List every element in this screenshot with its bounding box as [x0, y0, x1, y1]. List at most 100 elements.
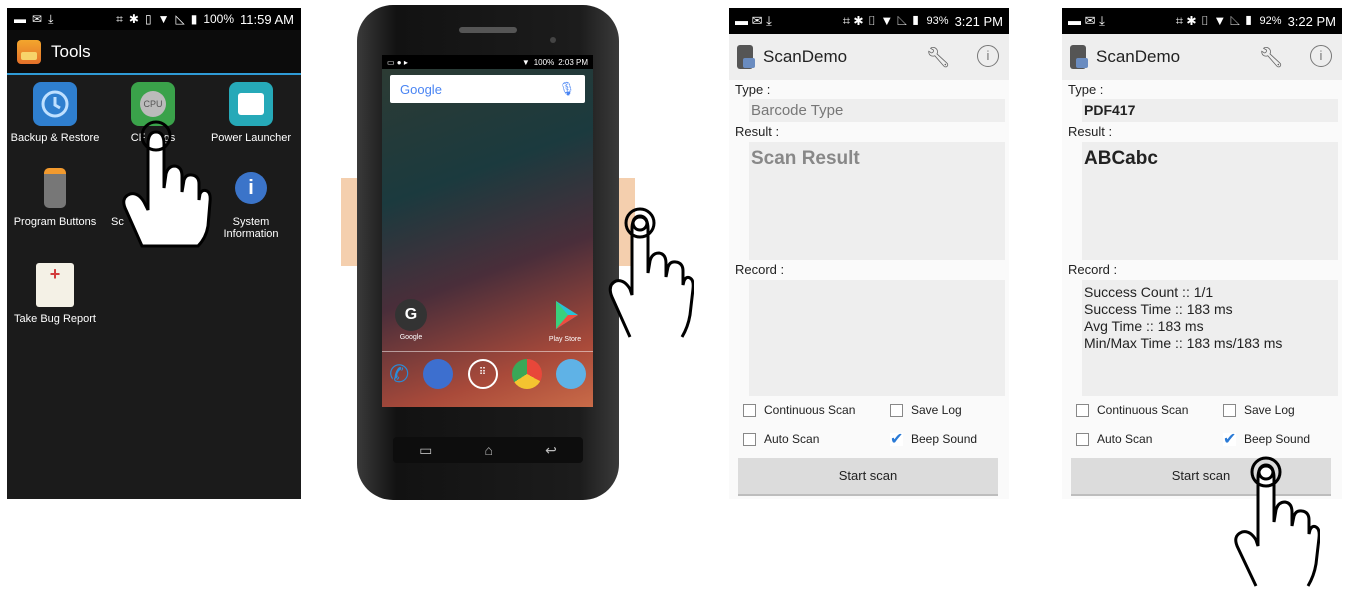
checkbox-label: Continuous Scan	[1097, 403, 1189, 417]
hardware-nav-bar: ▭ ⌂ ↩	[393, 437, 583, 463]
beep-sound-checkbox[interactable]: ✔ Beep Sound	[890, 430, 978, 448]
phone-device: ▭ ● ▸ ▼ 100% 2:03 PM Google 🎙 G Google P…	[357, 5, 619, 500]
check-icon: ✔	[890, 430, 904, 448]
checkbox-label: Auto Scan	[764, 432, 820, 446]
save-log-checkbox[interactable]: Save Log	[1223, 403, 1295, 417]
home-app-google[interactable]: G Google	[388, 299, 434, 341]
continuous-scan-checkbox[interactable]: Continuous Scan	[1076, 403, 1188, 417]
battery-level: 92%	[1259, 15, 1282, 27]
start-scan-button[interactable]: Start scan	[738, 458, 998, 496]
clock: 3:21 PM	[954, 13, 1003, 29]
tools-header: Tools	[7, 30, 301, 75]
home-app-play-store[interactable]: Play Store	[540, 299, 590, 343]
front-camera	[550, 37, 556, 43]
clock: 3:22 PM	[1287, 13, 1336, 29]
google-logo: Google	[400, 81, 442, 97]
clock: 11:59 AM	[240, 11, 294, 27]
page-title: Tools	[51, 41, 91, 61]
bug-report-icon: +	[36, 263, 74, 307]
google-app-icon: G	[395, 299, 427, 331]
app-label: Take Bug Report	[14, 313, 96, 325]
tap-start-scan-hand-icon	[1234, 456, 1320, 587]
auto-scan-checkbox[interactable]: Auto Scan	[743, 432, 819, 446]
record-field	[749, 280, 1005, 396]
result-value: Scan Result	[751, 148, 860, 169]
auto-scan-checkbox[interactable]: Auto Scan	[1076, 432, 1152, 446]
system-icons: ⌗ ✱ ▯ ▼ ◺ ▮	[1175, 13, 1254, 28]
settings-wrench-icon[interactable]: 🔧︎	[1259, 45, 1284, 70]
dock-divider	[382, 351, 593, 352]
app-program-buttons[interactable]: Program Buttons	[7, 166, 103, 228]
program-buttons-icon	[33, 166, 77, 210]
record-field: Success Count :: 1/1 Success Time :: 183…	[1082, 280, 1338, 396]
phone-battery: 100%	[533, 57, 555, 67]
checkbox-label: Save Log	[911, 403, 962, 417]
scandemo-app-icon	[1070, 45, 1088, 69]
record-label: Record :	[1068, 262, 1118, 277]
app-title: ScanDemo	[1096, 47, 1181, 66]
app-drawer-icon[interactable]: ⠿	[467, 359, 498, 389]
app-label: Power Launcher	[210, 132, 292, 144]
checkbox-label: Beep Sound	[1244, 432, 1311, 446]
recents-icon[interactable]: ▭	[419, 442, 432, 459]
phone-clock: 2:03 PM	[558, 57, 588, 67]
app-take-bug-report[interactable]: + Take Bug Report	[7, 263, 103, 325]
checkbox-box	[743, 432, 756, 446]
status-bar: ▬ ✉ ⤓ ⌗ ✱ ▯ ▼ ◺ ▮ 93% 3:21 PM	[729, 8, 1009, 34]
checkbox-box	[1076, 432, 1089, 446]
record-label: Record :	[735, 262, 785, 277]
checkbox-label: Save Log	[1244, 403, 1295, 417]
type-field: PDF417	[1082, 99, 1338, 122]
mic-icon[interactable]: 🎙	[558, 81, 575, 97]
battery-level: 93%	[926, 15, 949, 27]
browser-app-icon[interactable]	[555, 359, 586, 389]
scandemo-app-icon	[737, 45, 755, 69]
app-bar: ScanDemo 🔧︎ i	[729, 34, 1009, 80]
app-label: System Information	[223, 216, 279, 240]
home-icon[interactable]: ⌂	[485, 442, 493, 458]
result-label: Result :	[1068, 124, 1113, 139]
status-bar: ▬ ✉ ⤓ ⌗ ✱ ▯ ▼ ◺ ▮ 92% 3:22 PM	[1062, 8, 1342, 34]
save-log-checkbox[interactable]: Save Log	[890, 403, 962, 417]
info-icon[interactable]: i	[977, 45, 999, 67]
message-icon: ▬	[14, 12, 26, 26]
google-search-bar[interactable]: Google 🎙	[390, 75, 585, 103]
press-hand-icon	[608, 207, 694, 338]
record-line: Avg Time :: 183 ms	[1084, 318, 1204, 334]
phone-app-icon[interactable]: ✆	[389, 360, 409, 389]
dock: ✆ ⠿	[382, 359, 593, 389]
scandemo-screen-after: ▬ ✉ ⤓ ⌗ ✱ ▯ ▼ ◺ ▮ 92% 3:22 PM ScanDemo 🔧…	[1062, 8, 1342, 499]
bluetooth-icon: ✱	[128, 12, 139, 26]
check-icon: ✔	[1223, 430, 1237, 448]
checkbox-box	[1076, 403, 1089, 417]
result-field: ABCabc	[1082, 142, 1338, 260]
info-icon[interactable]: i	[1310, 45, 1332, 67]
notification-icons: ▭ ● ▸	[387, 57, 408, 67]
power-launcher-icon	[229, 82, 273, 126]
messages-app-icon[interactable]	[423, 359, 454, 389]
checkbox-label: Beep Sound	[911, 432, 978, 446]
chrome-app-icon[interactable]	[511, 359, 542, 389]
vibrate-icon: ▯	[144, 12, 152, 26]
type-field: Barcode Type	[749, 99, 1005, 122]
back-icon[interactable]: ↩	[545, 442, 557, 459]
app-backup-restore[interactable]: Backup & Restore	[7, 82, 103, 144]
checkbox-label: Continuous Scan	[764, 403, 856, 417]
result-label: Result :	[735, 124, 780, 139]
app-power-launcher[interactable]: Power Launcher	[203, 82, 299, 144]
notification-icons: ▬ ✉ ⤓	[1068, 13, 1105, 28]
notification-icons: ▬ ✉ ⤓	[735, 13, 772, 28]
type-label: Type :	[735, 82, 771, 97]
earpiece	[459, 27, 517, 33]
continuous-scan-checkbox[interactable]: Continuous Scan	[743, 403, 855, 417]
settings-wrench-icon[interactable]: 🔧︎	[926, 45, 951, 70]
app-system-information[interactable]: i System Information	[203, 166, 299, 240]
record-line: Success Time :: 183 ms	[1084, 301, 1233, 317]
type-label: Type :	[1068, 82, 1104, 97]
result-value: ABCabc	[1084, 148, 1158, 169]
beep-sound-checkbox[interactable]: ✔ Beep Sound	[1223, 430, 1311, 448]
checkbox-box	[1223, 403, 1236, 417]
checkbox-box	[890, 403, 903, 417]
battery-level: 100%	[203, 12, 235, 26]
app-bar: ScanDemo 🔧︎ i	[1062, 34, 1342, 80]
